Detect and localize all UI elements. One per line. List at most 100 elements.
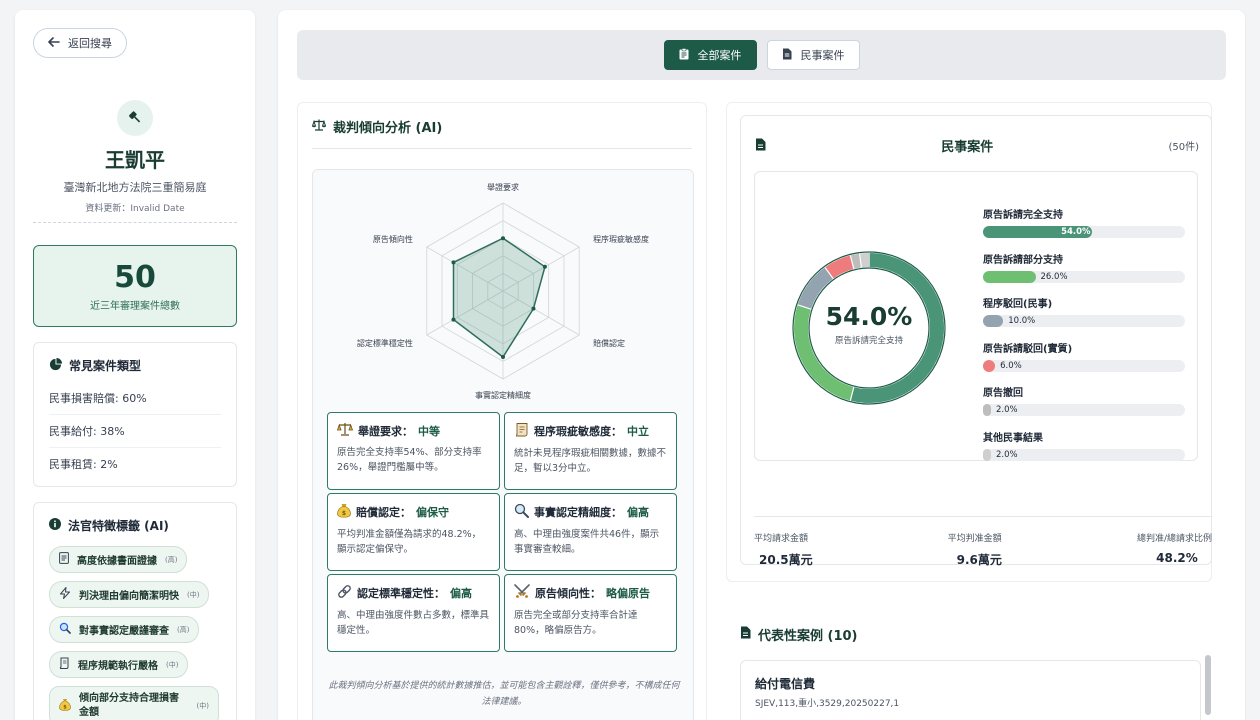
legend-item: 原告訴請部分支持 26.0% bbox=[983, 251, 1187, 296]
metric-title: 賠償認定： bbox=[356, 506, 411, 519]
legend-label: 原告撤回 bbox=[983, 388, 1023, 399]
legend-item: 其他民事結果 2.0% bbox=[983, 429, 1187, 474]
civil-cases-card: 民事案件 (50件) 54.0% 原告訴請完全支持 原告訴請完全支持 54.0% 原… bbox=[740, 115, 1212, 568]
back-to-search-button[interactable]: 返回搜尋 bbox=[33, 28, 127, 58]
scales-icon bbox=[336, 422, 354, 439]
swords-icon bbox=[514, 584, 530, 602]
radar-point bbox=[531, 306, 536, 311]
scales-icon bbox=[311, 119, 327, 135]
clipboard-icon bbox=[679, 47, 689, 63]
legend-value: 2.0% bbox=[996, 405, 1018, 415]
metric-heading: 事實認定精細度： 偏高 bbox=[514, 503, 667, 521]
analysis-heading: 裁判傾向分析 (AI) bbox=[311, 117, 692, 149]
magnifier-icon bbox=[59, 622, 71, 637]
metric-value: 中立 bbox=[627, 425, 649, 438]
stat-avg-claim: 平均請求金額 20.5萬元 bbox=[754, 531, 813, 568]
filter-civil-cases-button[interactable]: 民事案件 bbox=[766, 40, 860, 70]
bolt-icon bbox=[59, 587, 71, 602]
tag-label: 程序規範執行嚴格 bbox=[78, 661, 158, 672]
filter-all-cases-button[interactable]: 全部案件 bbox=[663, 40, 757, 70]
metric-heading: 原告傾向性： 略偏原告 bbox=[514, 584, 667, 602]
case-filter-bar: 全部案件 民事案件 bbox=[297, 30, 1226, 80]
case-types-heading: 常見案件類型 bbox=[49, 357, 221, 374]
radar-axis-label: 認定標準穩定性 bbox=[357, 338, 413, 348]
metric-title: 事實認定精細度： bbox=[534, 506, 622, 519]
donut-slice bbox=[859, 253, 870, 268]
donut-center-value: 54.0% bbox=[825, 302, 913, 331]
radar-chart-box: 舉證要求 程序瑕疵敏感度 賠償認定 事實認定精細度 認定標準穩定性 原告傾向性 舉證要求：… bbox=[312, 169, 694, 720]
radar-chart: 舉證要求程序瑕疵敏感度賠償認定事實認定精細度 認定標準穩定性 原告傾向性 bbox=[357, 182, 649, 400]
donut-center-label: 原告訴請完全支持 bbox=[834, 336, 903, 346]
metric-desc: 平均判准金額僅為請求的48.2%，顯示認定偏保守。 bbox=[337, 529, 482, 555]
case-types-list: 民事損害賠償: 60% 民事給付: 38% 民事租賃: 2% bbox=[49, 382, 221, 472]
legend-bar-track: 26.0% bbox=[983, 270, 1185, 283]
document-icon bbox=[59, 552, 69, 567]
judge-tag: $ 傾向部分支持合理損害金額 (中) bbox=[49, 686, 219, 720]
legend-value: 6.0% bbox=[1000, 360, 1022, 371]
civil-cases-section: 民事案件 (50件) 54.0% 原告訴請完全支持 原告訴請完全支持 54.0% 原… bbox=[726, 102, 1212, 582]
metric-value: 略偏原告 bbox=[606, 587, 650, 600]
metric-value: 偏保守 bbox=[416, 506, 449, 519]
case-count: 50 bbox=[114, 260, 156, 295]
tag-level: (高) bbox=[177, 625, 190, 634]
tag-label: 傾向部分支持合理損害金額 bbox=[79, 693, 179, 718]
scrollbar[interactable] bbox=[1205, 655, 1211, 715]
civil-header: 民事案件 (50件) bbox=[755, 136, 1199, 155]
legend-bar-track: 6.0% bbox=[983, 359, 1185, 372]
legend-bar-track: 2.0% bbox=[983, 404, 1185, 416]
radar-area bbox=[452, 237, 546, 359]
radar-axis-label: 賠償認定 bbox=[593, 338, 625, 348]
tag-level: (中) bbox=[187, 590, 200, 599]
legend-bar-fill bbox=[983, 315, 1004, 327]
filter-civil-label: 民事案件 bbox=[800, 49, 845, 62]
metric-desc: 原告完全或部分支持率合計達80%，略偏原告方。 bbox=[514, 610, 638, 636]
data-updated: 資料更新：Invalid Date bbox=[33, 201, 237, 223]
legend-bar-track: 10.0% bbox=[983, 315, 1185, 327]
stat-value: 48.2% bbox=[1156, 551, 1198, 565]
metric-title: 舉證要求： bbox=[358, 424, 413, 438]
case-type-item: 民事給付: 38% bbox=[49, 415, 221, 448]
metric-heading: 舉證要求： 中等 bbox=[336, 422, 490, 439]
metric-heading: $ 賠償認定： 偏保守 bbox=[337, 503, 490, 521]
radar-axis-label: 原告傾向性 bbox=[373, 234, 413, 244]
link-icon bbox=[337, 584, 352, 602]
metric-value: 偏高 bbox=[627, 506, 649, 519]
metric-title: 程序瑕疵敏感度： bbox=[534, 425, 622, 438]
metric-heading: 程序瑕疵敏感度： 中立 bbox=[514, 422, 667, 440]
radar-axis-label: 程序瑕疵敏感度 bbox=[593, 234, 649, 244]
tag-level: (中) bbox=[196, 702, 209, 710]
stat-label: 總判准/總請求比例 bbox=[1136, 534, 1212, 544]
stat-value: 9.6萬元 bbox=[956, 553, 1002, 567]
donut-slice bbox=[850, 253, 862, 269]
tag-label: 對事實認定嚴謹審查 bbox=[79, 626, 169, 637]
svg-text:$: $ bbox=[63, 704, 67, 710]
legend-label: 程序駁回(民事) bbox=[983, 299, 1053, 310]
case-name: 給付電信費 bbox=[755, 677, 816, 691]
gavel-icon bbox=[117, 100, 153, 136]
legend-bar-track: 54.0% bbox=[983, 226, 1185, 238]
legend-item: 原告訴請完全支持 54.0% bbox=[983, 206, 1187, 251]
money-bag-icon: $ bbox=[337, 503, 351, 521]
metric-value: 偏高 bbox=[450, 587, 472, 600]
stat-grant-ratio: 總判准/總請求比例 48.2% bbox=[1137, 531, 1212, 568]
stat-label: 平均請求金額 bbox=[754, 534, 809, 544]
tag-label: 高度依據書面證據 bbox=[77, 556, 157, 567]
main-panel: 全部案件 民事案件 裁判傾向分析 (AI) 舉證要求 程序瑕疵敏感度 賠償認定 事實認… bbox=[278, 10, 1245, 720]
radar-axis-label: 事實認定精細度 bbox=[475, 390, 531, 400]
case-count-box: 50 近三年審理案件總數 bbox=[33, 245, 237, 327]
stat-value: 20.5萬元 bbox=[759, 553, 813, 567]
judge-tags-card: 法官特徵標籤 (AI) 高度依據書面證據 (高) 判決理由偏向簡潔明快 (中) … bbox=[33, 502, 237, 720]
civil-outcome-chart: 54.0% 原告訴請完全支持 原告訴請完全支持 54.0% 原告訴請部分支持 26.0… bbox=[754, 171, 1198, 461]
judge-tags-title: 法官特徵標籤 (AI) bbox=[68, 519, 169, 533]
legend-label: 其他民事結果 bbox=[983, 432, 1043, 444]
outcome-legend: 原告訴請完全支持 54.0% 原告訴請部分支持 26.0% 程序駁回(民事) 10.0% 原… bbox=[983, 206, 1187, 473]
scroll-icon bbox=[59, 657, 70, 672]
judge-sidebar: 返回搜尋 王凱平 臺灣新北地方法院三重簡易庭 資料更新：Invalid Date… bbox=[15, 10, 255, 720]
legend-value: 26.0% bbox=[1040, 271, 1068, 282]
metric-card: 原告傾向性： 略偏原告 原告完全或部分支持率合計達80%，略偏原告方。 bbox=[504, 574, 677, 652]
legend-bar-fill bbox=[983, 359, 996, 372]
case-count-label: 近三年審理案件總數 bbox=[90, 301, 180, 312]
metric-title: 認定標準穩定性： bbox=[357, 587, 445, 600]
legend-bar-fill bbox=[983, 270, 1036, 283]
case-card[interactable]: 給付電信費 SJEV,113,重小,3529,20250227,1 bbox=[740, 660, 1201, 720]
